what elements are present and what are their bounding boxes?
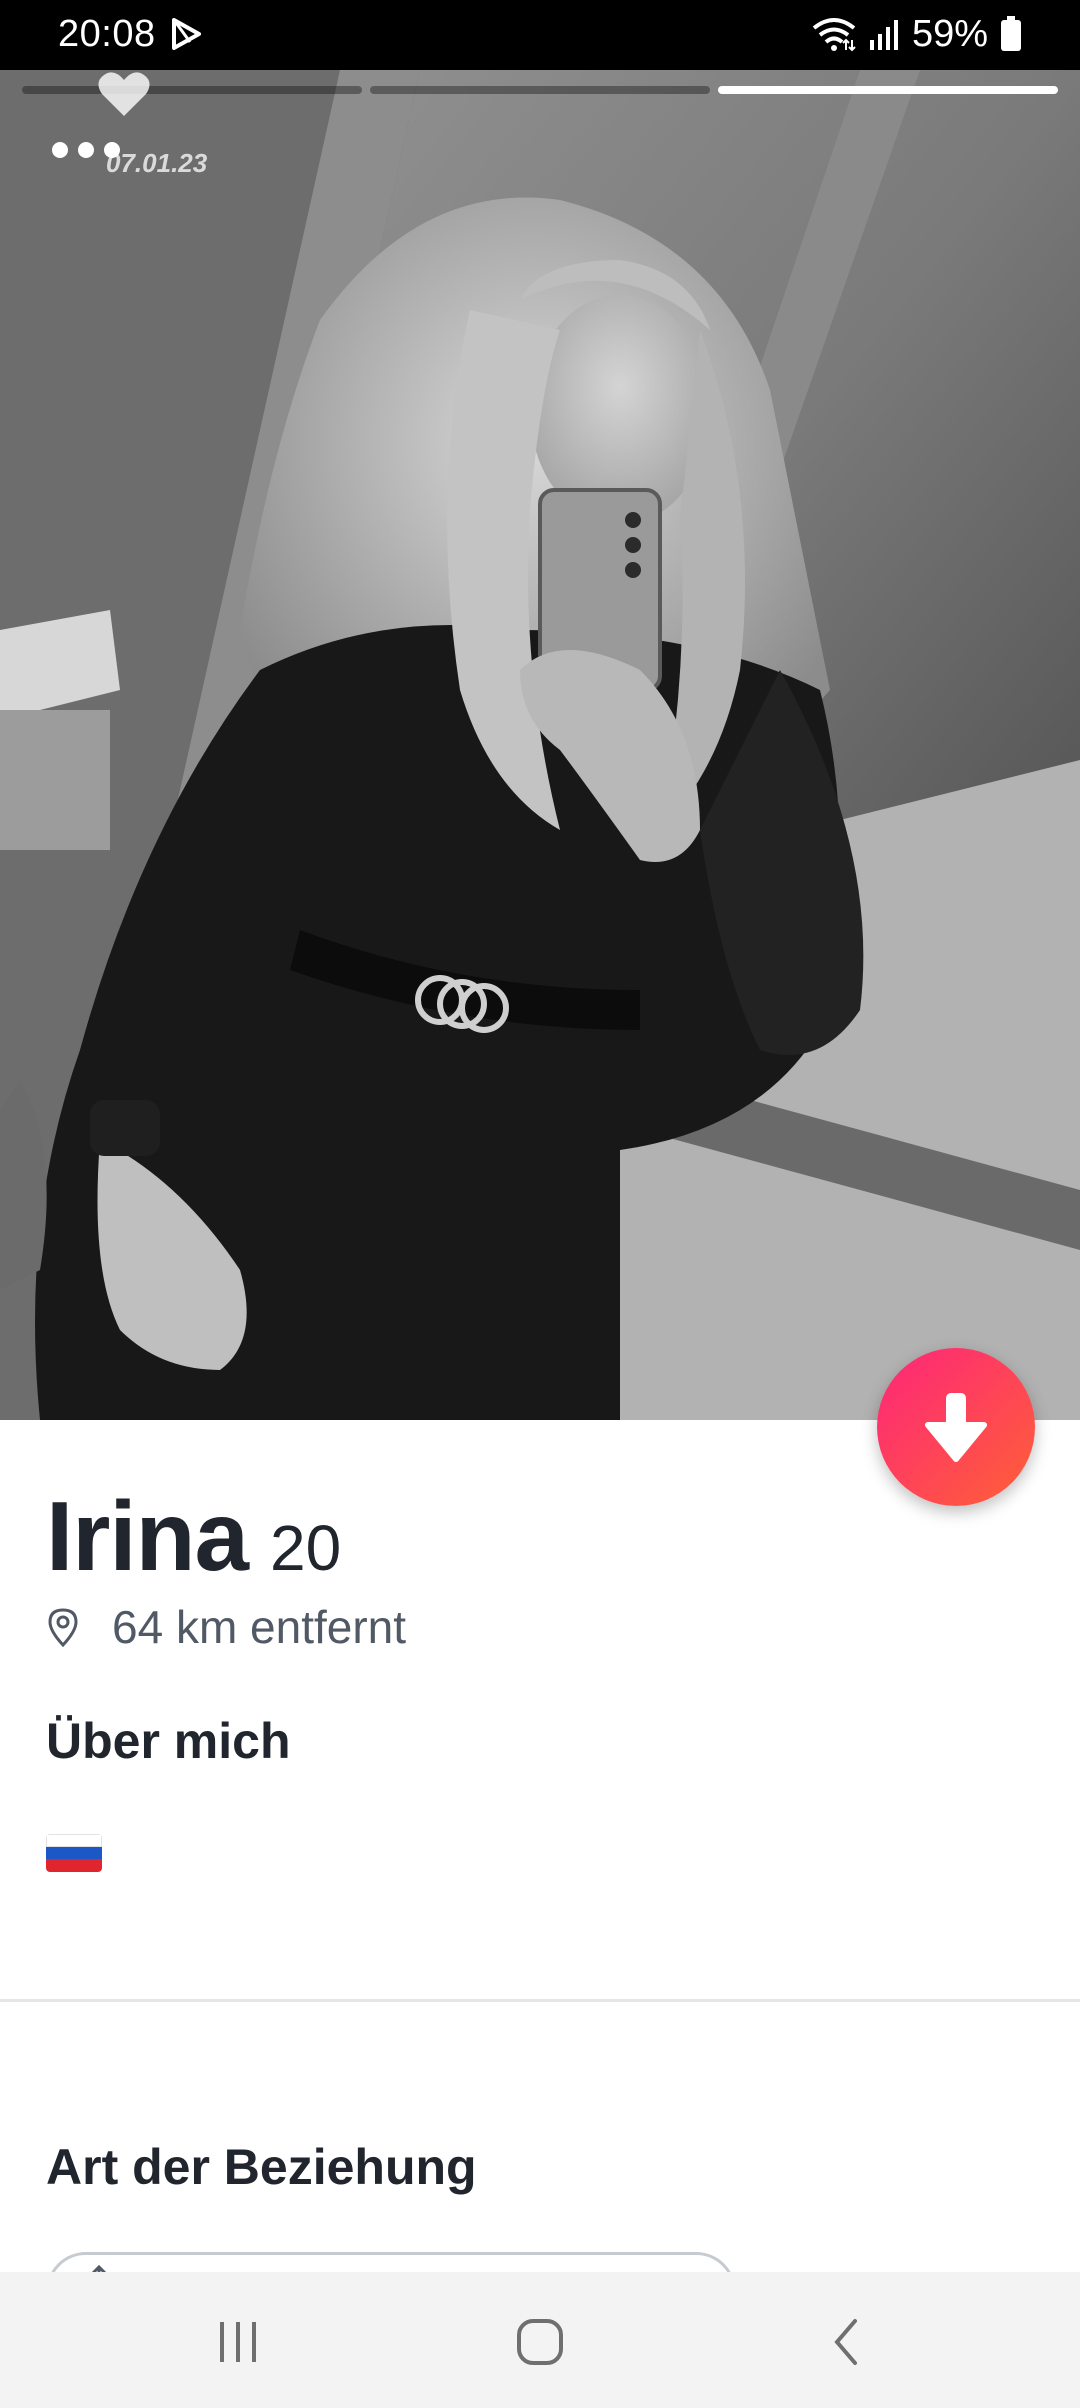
battery-icon: [1001, 16, 1021, 51]
russia-flag-icon: [46, 1834, 102, 1872]
profile-name: Irina: [46, 1481, 249, 1591]
play-store-icon: [172, 18, 201, 50]
status-bar: 20:08 59%: [0, 0, 1080, 70]
heart-icon: [98, 72, 150, 116]
collapse-profile-button[interactable]: [877, 1348, 1035, 1506]
home-icon: [517, 2319, 563, 2365]
arrow-down-icon: [925, 1393, 987, 1462]
battery-percent: 59%: [911, 13, 988, 55]
photo-image: [0, 70, 1080, 1420]
status-time: 20:08: [58, 13, 156, 55]
home-button[interactable]: [510, 2312, 570, 2372]
photo-date: 07.01.23: [106, 148, 208, 178]
photo-progress-segment-1: [22, 86, 362, 94]
profile-photo[interactable]: 07.01.23: [0, 70, 1080, 1420]
back-icon: [834, 2319, 857, 2365]
profile-name-line: Irina 20: [46, 1480, 341, 1593]
distance-line: 64 km entfernt: [46, 1600, 406, 1654]
section-divider: [0, 1999, 1080, 2002]
photo-progress-segment-3: [718, 86, 1058, 94]
system-nav-bar: [0, 2272, 1080, 2408]
recents-button[interactable]: [208, 2312, 268, 2372]
distance-text: 64 km entfernt: [112, 1601, 407, 1653]
recents-icon: [220, 2322, 256, 2362]
relationship-title: Art der Beziehung: [46, 2139, 477, 2195]
photo-progress-segment-2: [370, 86, 710, 94]
back-button[interactable]: [816, 2312, 876, 2372]
wifi-icon: [812, 18, 856, 52]
location-pin-icon: [48, 1608, 78, 1647]
signal-icon: [869, 20, 898, 50]
profile-age: 20: [269, 1512, 342, 1584]
about-title: Über mich: [46, 1713, 291, 1769]
status-icons: 59%: [810, 10, 1022, 58]
